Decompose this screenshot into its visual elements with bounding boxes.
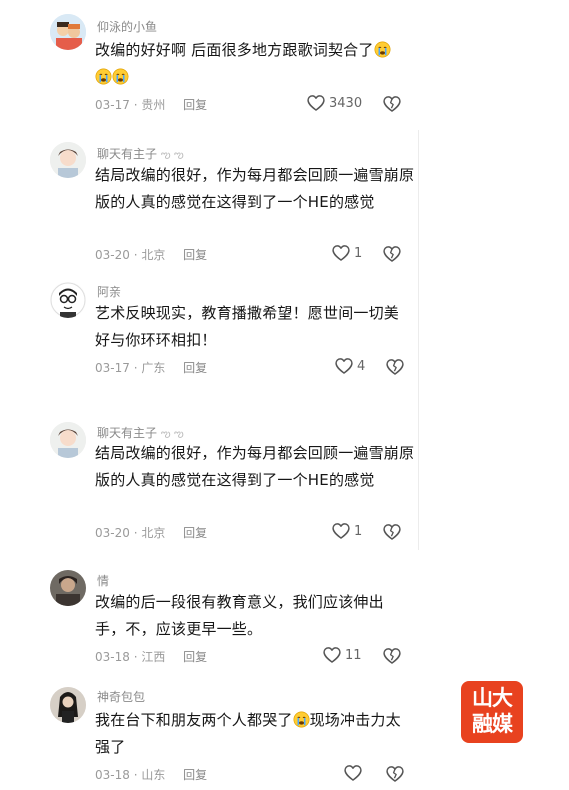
crying-emoji-icon (112, 68, 129, 85)
like-button[interactable]: 4 (334, 356, 365, 376)
avatar[interactable] (50, 282, 86, 318)
comment-text: 结局改编的很好，作为每月都会回顾一遍雪崩原版的人真的感觉在这得到了一个HE的感觉 (95, 444, 415, 489)
broken-heart-icon[interactable] (382, 244, 402, 264)
comment-meta: 03-17 · 贵州 回复 (95, 98, 208, 112)
heart-outline-icon (331, 521, 351, 541)
heart-outline-icon (343, 763, 363, 783)
avatar[interactable] (50, 422, 86, 458)
like-button[interactable]: 3430 (306, 93, 362, 113)
heart-outline-icon (306, 93, 326, 113)
comment-text: 改编的后一段很有教育意义，我们应该伸出手，不，应该更早一些。 (95, 593, 384, 638)
comment-date: 03-17 (95, 361, 130, 375)
comment-text: 艺术反映现实，教育播撒希望！愿世间一切美好与你环环相扣！ (95, 304, 400, 349)
comment-location: 北京 (141, 248, 166, 262)
comment-item: 聊天有主子 ఌ ఌ 结局改编的很好，作为每月都会回顾一遍雪崩原版的人真的感觉在这… (0, 130, 569, 270)
like-button[interactable] (343, 763, 363, 783)
comment-date: 03-17 (95, 98, 130, 112)
comment-location: 广东 (141, 361, 166, 375)
comment-meta: 03-20 · 北京 回复 (95, 526, 208, 540)
username[interactable]: 情 (97, 572, 109, 589)
comment-location: 山东 (141, 768, 166, 782)
crying-emoji-icon (293, 711, 310, 728)
comment-item: 聊天有主子 ఌ ఌ 结局改编的很好，作为每月都会回顾一遍雪崩原版的人真的感觉在这… (0, 410, 569, 550)
comment-date: 03-20 (95, 526, 130, 540)
like-count: 1 (354, 523, 363, 539)
comment-meta: 03-17 · 广东 回复 (95, 361, 208, 375)
reply-button[interactable]: 回复 (183, 650, 207, 664)
heart-outline-icon (334, 356, 354, 376)
username[interactable]: 神奇包包 (97, 688, 145, 705)
avatar[interactable] (50, 687, 86, 723)
comment-text: 我在台下和朋友两个人都哭了 现场冲击力太强了 (95, 711, 401, 756)
like-count: 11 (345, 647, 362, 663)
crying-emoji-icon (374, 41, 391, 58)
comment-text: 结局改编的很好，作为每月都会回顾一遍雪崩原版的人真的感觉在这得到了一个HE的感觉 (95, 166, 415, 211)
comment-date: 03-18 (95, 650, 130, 664)
reply-button[interactable]: 回复 (183, 98, 207, 112)
comment-meta: 03-18 · 山东 回复 (95, 768, 208, 782)
comment-item: 情 改编的后一段很有教育意义，我们应该伸出手，不，应该更早一些。 03-18 ·… (0, 560, 569, 680)
like-count: 3430 (329, 95, 363, 111)
comment-text: 改编的好好啊 后面很多地方跟歌词契合了 (95, 37, 425, 91)
like-count: 1 (354, 245, 363, 261)
heart-outline-icon (331, 243, 351, 263)
avatar[interactable] (50, 14, 86, 50)
username[interactable]: 阿亲 (97, 283, 121, 300)
paw-badge-icon: ఌ ఌ (160, 427, 184, 440)
comment-location: 江西 (141, 650, 166, 664)
reply-button[interactable]: 回复 (183, 361, 207, 375)
comment-date: 03-18 (95, 768, 130, 782)
like-button[interactable]: 1 (331, 243, 362, 263)
comment-item: 阿亲 艺术反映现实，教育播撒希望！愿世间一切美好与你环环相扣！ 03-17 · … (0, 270, 569, 410)
broken-heart-icon[interactable] (382, 646, 402, 666)
broken-heart-icon[interactable] (385, 357, 405, 377)
broken-heart-icon[interactable] (382, 94, 402, 114)
username[interactable]: 仰泳的小鱼 (97, 18, 157, 35)
comment-date: 03-20 (95, 248, 130, 262)
avatar[interactable] (50, 142, 86, 178)
comment-meta: 03-18 · 江西 回复 (95, 650, 208, 664)
crying-emoji-icon (95, 68, 112, 85)
like-button[interactable]: 1 (331, 521, 362, 541)
avatar[interactable] (50, 570, 86, 606)
reply-button[interactable]: 回复 (183, 768, 207, 782)
like-count: 4 (357, 358, 366, 374)
heart-outline-icon (322, 645, 342, 665)
comment-item: 仰泳的小鱼 改编的好好啊 后面很多地方跟歌词契合了 03-17 · 贵州 回复 … (0, 0, 569, 130)
broken-heart-icon[interactable] (385, 764, 405, 784)
reply-button[interactable]: 回复 (183, 248, 207, 262)
comment-location: 北京 (141, 526, 166, 540)
divider (418, 130, 419, 550)
comment-location: 贵州 (141, 98, 166, 112)
broken-heart-icon[interactable] (382, 522, 402, 542)
comment-meta: 03-20 · 北京 回复 (95, 248, 208, 262)
watermark-logo: 山大 融媒 (461, 681, 523, 743)
like-button[interactable]: 11 (322, 645, 362, 665)
reply-button[interactable]: 回复 (183, 526, 207, 540)
paw-badge-icon: ఌ ఌ (160, 148, 184, 161)
